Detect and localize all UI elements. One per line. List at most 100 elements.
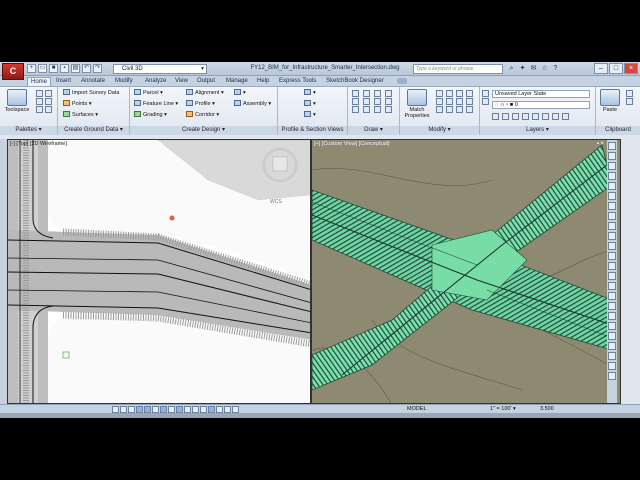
array-icon[interactable] bbox=[456, 106, 463, 113]
snap-toggle[interactable] bbox=[112, 406, 119, 413]
layer-off-icon[interactable] bbox=[492, 113, 499, 120]
point-icon[interactable] bbox=[352, 106, 359, 113]
layer-states-icon[interactable] bbox=[482, 98, 489, 105]
search-icon[interactable]: ⌕ bbox=[507, 64, 516, 73]
offset-icon[interactable] bbox=[466, 106, 473, 113]
region-icon[interactable] bbox=[363, 106, 370, 113]
grid-icon[interactable] bbox=[608, 202, 616, 210]
application-menu-button[interactable]: C bbox=[2, 63, 24, 80]
ortho-toggle[interactable] bbox=[128, 406, 135, 413]
annotation-icon[interactable] bbox=[608, 322, 616, 330]
minimize-ribbon-button[interactable] bbox=[397, 78, 407, 84]
grid-toggle[interactable] bbox=[120, 406, 127, 413]
erase-icon[interactable] bbox=[466, 90, 473, 97]
tab-annotate[interactable]: Annotate bbox=[78, 77, 108, 86]
lwt-toggle[interactable] bbox=[184, 406, 191, 413]
hatch-icon[interactable] bbox=[385, 90, 392, 97]
panel-title-ground[interactable]: Create Ground Data ▾ bbox=[58, 126, 129, 135]
polar-toggle[interactable] bbox=[136, 406, 143, 413]
layer-freeze-icon[interactable] bbox=[512, 113, 519, 120]
layer-previous-icon[interactable] bbox=[542, 113, 549, 120]
isolate-icon[interactable] bbox=[608, 352, 616, 360]
workspace-icon[interactable] bbox=[608, 332, 616, 340]
favorites-icon[interactable]: ☆ bbox=[540, 64, 549, 73]
orbit-icon[interactable] bbox=[608, 172, 616, 180]
line-icon[interactable] bbox=[352, 90, 359, 97]
tab-analyze[interactable]: Analyze bbox=[142, 77, 169, 86]
polar-icon[interactable] bbox=[608, 222, 616, 230]
viewport-label-left[interactable]: [-] [Top] [2D Wireframe] bbox=[10, 141, 67, 147]
section-views-button[interactable]: ▾ bbox=[304, 111, 316, 119]
maximize-button[interactable]: □ bbox=[609, 63, 623, 74]
intersection-button[interactable]: ▾ bbox=[234, 89, 246, 97]
import-survey-data-button[interactable]: Import Survey Data bbox=[63, 89, 119, 97]
panel-title-palettes[interactable]: Palettes ▾ bbox=[0, 126, 57, 135]
scale-icon[interactable] bbox=[446, 106, 453, 113]
layer-state-select[interactable]: Unsaved Layer State bbox=[492, 90, 590, 98]
toolbox-icon[interactable] bbox=[45, 98, 52, 105]
redo-icon[interactable]: ↷ bbox=[93, 64, 102, 73]
mirror-icon[interactable] bbox=[446, 98, 453, 105]
layer-isolate-icon[interactable] bbox=[502, 113, 509, 120]
survey-icon[interactable] bbox=[36, 98, 43, 105]
qp-toggle[interactable] bbox=[200, 406, 207, 413]
viewport-custom-conceptual[interactable]: [+] [Custom View] [Conceptual] ▪ × bbox=[311, 139, 621, 404]
new-file-icon[interactable]: + bbox=[27, 64, 36, 73]
settings-nav-icon[interactable] bbox=[608, 372, 616, 380]
properties-icon[interactable] bbox=[36, 106, 43, 113]
match-properties-button[interactable]: Match Properties bbox=[402, 89, 432, 119]
panel-title-clipboard[interactable]: Clipboard bbox=[596, 126, 640, 135]
lwt-icon[interactable] bbox=[608, 272, 616, 280]
qp-icon[interactable] bbox=[608, 282, 616, 290]
alignment-button[interactable]: Alignment ▾ bbox=[186, 89, 224, 97]
open-file-icon[interactable]: ▭ bbox=[38, 64, 47, 73]
osnap-icon[interactable] bbox=[608, 232, 616, 240]
mtext-icon[interactable] bbox=[385, 106, 392, 113]
showmotion-icon[interactable] bbox=[608, 182, 616, 190]
snap-icon[interactable] bbox=[608, 192, 616, 200]
search-input[interactable]: Type a keyword or phrase bbox=[413, 64, 503, 74]
minimize-button[interactable]: – bbox=[594, 63, 608, 74]
fullscreen-icon[interactable] bbox=[608, 362, 616, 370]
cut-icon[interactable] bbox=[626, 90, 633, 97]
viewport-label-right[interactable]: [+] [Custom View] [Conceptual] bbox=[314, 141, 390, 147]
viewport-controls-icon[interactable]: ▪ × bbox=[597, 141, 604, 147]
3d-osnap-toggle[interactable] bbox=[152, 406, 159, 413]
layer-properties-icon[interactable] bbox=[482, 90, 489, 97]
undo-icon[interactable]: ↶ bbox=[82, 64, 91, 73]
lock-icon[interactable] bbox=[608, 342, 616, 350]
viewport-top-wireframe[interactable]: [-] [Top] [2D Wireframe] WCS bbox=[7, 139, 311, 404]
profile-button[interactable]: Profile ▾ bbox=[186, 100, 215, 108]
zoom-icon[interactable] bbox=[608, 162, 616, 170]
layer-merge-icon[interactable] bbox=[562, 113, 569, 120]
table-icon[interactable] bbox=[374, 106, 381, 113]
subscription-icon[interactable]: ✦ bbox=[518, 64, 527, 73]
tab-manage[interactable]: Manage bbox=[223, 77, 251, 86]
toolspace-button[interactable]: Toolspace bbox=[3, 89, 31, 113]
prospector-icon[interactable] bbox=[36, 90, 43, 97]
osnap-toggle[interactable] bbox=[144, 406, 151, 413]
pan-icon[interactable] bbox=[608, 152, 616, 160]
ducs-icon[interactable] bbox=[608, 252, 616, 260]
layout-toggle[interactable] bbox=[232, 406, 239, 413]
tab-output[interactable]: Output bbox=[194, 77, 218, 86]
explode-icon[interactable] bbox=[466, 98, 473, 105]
design-center-icon[interactable] bbox=[45, 106, 52, 113]
move-icon[interactable] bbox=[436, 90, 443, 97]
rectangle-icon[interactable] bbox=[363, 98, 370, 105]
grading-button[interactable]: Grading ▾ bbox=[134, 111, 167, 119]
layout-icon[interactable] bbox=[608, 302, 616, 310]
communication-icon[interactable]: ✉ bbox=[529, 64, 538, 73]
sc-toggle[interactable] bbox=[208, 406, 215, 413]
layer-walk-icon[interactable] bbox=[552, 113, 559, 120]
panel-title-modify[interactable]: Modify ▾ bbox=[400, 126, 479, 135]
surfaces-button[interactable]: Surfaces ▾ bbox=[63, 111, 98, 119]
otrack-icon[interactable] bbox=[608, 242, 616, 250]
panel-title-draw[interactable]: Draw ▾ bbox=[348, 126, 399, 135]
ducs-toggle[interactable] bbox=[168, 406, 175, 413]
sample-lines-button[interactable]: ▾ bbox=[304, 100, 316, 108]
panel-title-profile-section[interactable]: Profile & Section Views bbox=[278, 126, 347, 135]
tab-modify[interactable]: Modify bbox=[112, 77, 136, 86]
tab-home[interactable]: Home bbox=[27, 77, 52, 86]
current-layer-select[interactable]: ◌ ☼ ▫ ■ 0 bbox=[492, 101, 590, 109]
